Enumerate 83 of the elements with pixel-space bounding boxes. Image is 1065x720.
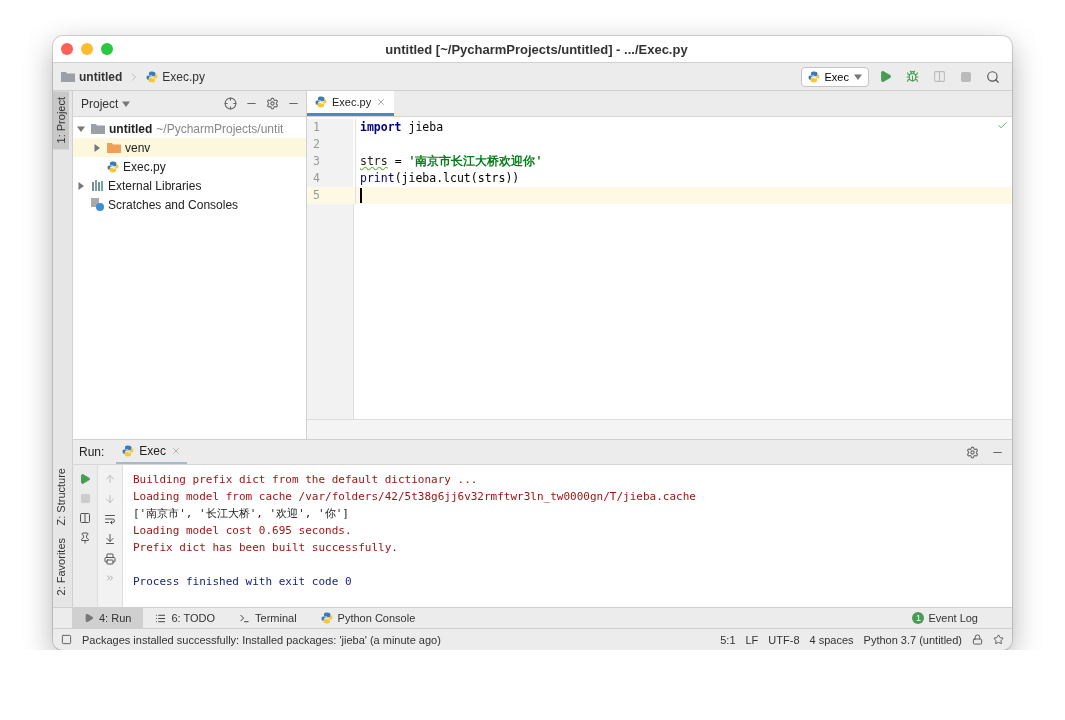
python-icon xyxy=(146,70,159,83)
settings-icon[interactable] xyxy=(266,97,279,110)
folder-icon xyxy=(107,142,121,153)
code-line: import jieba xyxy=(355,119,444,136)
console-line: ['南京市', '长江大桥', '欢迎', '你'] xyxy=(133,506,350,522)
caret-icon xyxy=(854,72,862,81)
status-item[interactable]: 5:1 xyxy=(720,633,736,646)
search-icon[interactable] xyxy=(986,69,1000,84)
tree-item[interactable]: Exec.py xyxy=(73,157,306,176)
inspector-icon[interactable] xyxy=(993,634,1004,645)
rerun-icon[interactable] xyxy=(79,473,91,485)
panel-toggle-icon[interactable] xyxy=(61,634,72,645)
event-log-button[interactable]: 1 Event Log xyxy=(906,611,984,625)
editor-tab[interactable]: Exec.py xyxy=(307,91,395,116)
locate-icon[interactable] xyxy=(224,97,237,110)
window-title: untitled [~/PycharmProjects/untitled] - .../Exec.py xyxy=(384,41,689,57)
tool-window-tab[interactable]: 2: Favorites xyxy=(53,531,69,601)
tree-label: venv xyxy=(125,140,151,155)
console-line: Loading model from cache /var/folders/42/5t38g6jj6v32rmftwr3ln_tw0000gn/T/jieba.cache xyxy=(133,489,697,505)
status-item[interactable]: Python 3.7 (untitled) xyxy=(863,633,962,646)
status-item[interactable]: LF xyxy=(745,633,759,646)
tool-window-tab[interactable]: 1: Project xyxy=(53,91,69,150)
settings-icon[interactable] xyxy=(966,445,979,459)
tree-item[interactable]: untitled ~/PycharmProjects/untit xyxy=(73,119,306,138)
tool-tab[interactable]: Terminal xyxy=(227,608,309,628)
layout-icon[interactable] xyxy=(79,512,91,524)
list-icon xyxy=(155,612,167,624)
python-icon xyxy=(807,70,820,83)
tree-item[interactable]: Scratches and Consoles xyxy=(73,195,306,214)
python-icon xyxy=(107,160,119,173)
tool-window-tab[interactable]: Z: Structure xyxy=(53,462,69,532)
run-configuration-dropdown[interactable]: Exec xyxy=(800,66,869,87)
print-icon[interactable] xyxy=(104,553,116,565)
expand-arrow-icon[interactable] xyxy=(93,143,101,152)
scratches-icon xyxy=(91,198,104,211)
console-line: Prefix dict has been built successfully. xyxy=(133,540,399,556)
play-icon xyxy=(84,613,94,623)
status-message: Packages installed successfully: Installed packages: 'jieba' (a minute ago) xyxy=(82,633,442,646)
wrap-icon[interactable] xyxy=(104,513,116,525)
line-number: 4 xyxy=(307,170,353,187)
terminal-icon xyxy=(239,612,251,624)
tool-tab[interactable]: Python Console xyxy=(308,608,428,628)
close-icon[interactable] xyxy=(376,97,387,107)
close-button[interactable] xyxy=(61,43,73,55)
line-number: 1 xyxy=(307,119,353,136)
run-icon[interactable] xyxy=(879,70,892,83)
expand-arrow-icon[interactable] xyxy=(77,124,85,133)
console-line: Process finished with exit code 0 xyxy=(133,574,353,590)
tree-label: External Libraries xyxy=(108,178,202,193)
python-icon xyxy=(315,96,327,108)
console-line: Building prefix dict from the default dictionary ... xyxy=(133,472,479,488)
check-icon xyxy=(997,120,1008,131)
text-caret xyxy=(360,188,362,203)
tree-label: Exec.py xyxy=(123,159,166,174)
tool-tab[interactable]: 6: TODO xyxy=(143,608,228,628)
count-badge: 1 xyxy=(912,612,925,624)
tree-item[interactable]: venv xyxy=(73,138,306,157)
tree-path: ~/PycharmProjects/untit xyxy=(156,121,284,136)
status-item[interactable]: 4 spaces xyxy=(809,633,854,646)
line-number: 3 xyxy=(307,153,353,170)
folder-icon xyxy=(91,123,105,134)
python-icon xyxy=(320,612,333,624)
zoom-button[interactable] xyxy=(101,43,113,55)
console-line: Loading model cost 0.695 seconds. xyxy=(133,523,353,539)
tree-label: untitled xyxy=(109,121,153,136)
expand-arrow-icon[interactable] xyxy=(77,181,85,190)
pin-icon[interactable] xyxy=(79,532,91,544)
breadcrumb[interactable]: untitled xyxy=(61,69,123,84)
folder-icon xyxy=(61,71,75,82)
library-icon xyxy=(91,180,104,191)
tree-label: Scratches and Consoles xyxy=(108,197,239,212)
tree-item[interactable]: External Libraries xyxy=(73,176,306,195)
code-line: strs = '南京市长江大桥欢迎你' xyxy=(355,153,543,170)
lock-icon[interactable] xyxy=(972,634,983,645)
tool-tab[interactable]: 4: Run xyxy=(72,608,144,628)
debug-icon[interactable] xyxy=(906,70,919,83)
scroll-to-end-icon[interactable] xyxy=(104,533,116,545)
status-item[interactable]: UTF-8 xyxy=(768,633,800,646)
line-number: 2 xyxy=(307,136,353,153)
python-icon xyxy=(122,445,135,457)
caret-icon xyxy=(122,99,131,108)
run-label: Run: xyxy=(79,445,105,459)
breadcrumb[interactable]: Exec.py xyxy=(146,69,205,84)
